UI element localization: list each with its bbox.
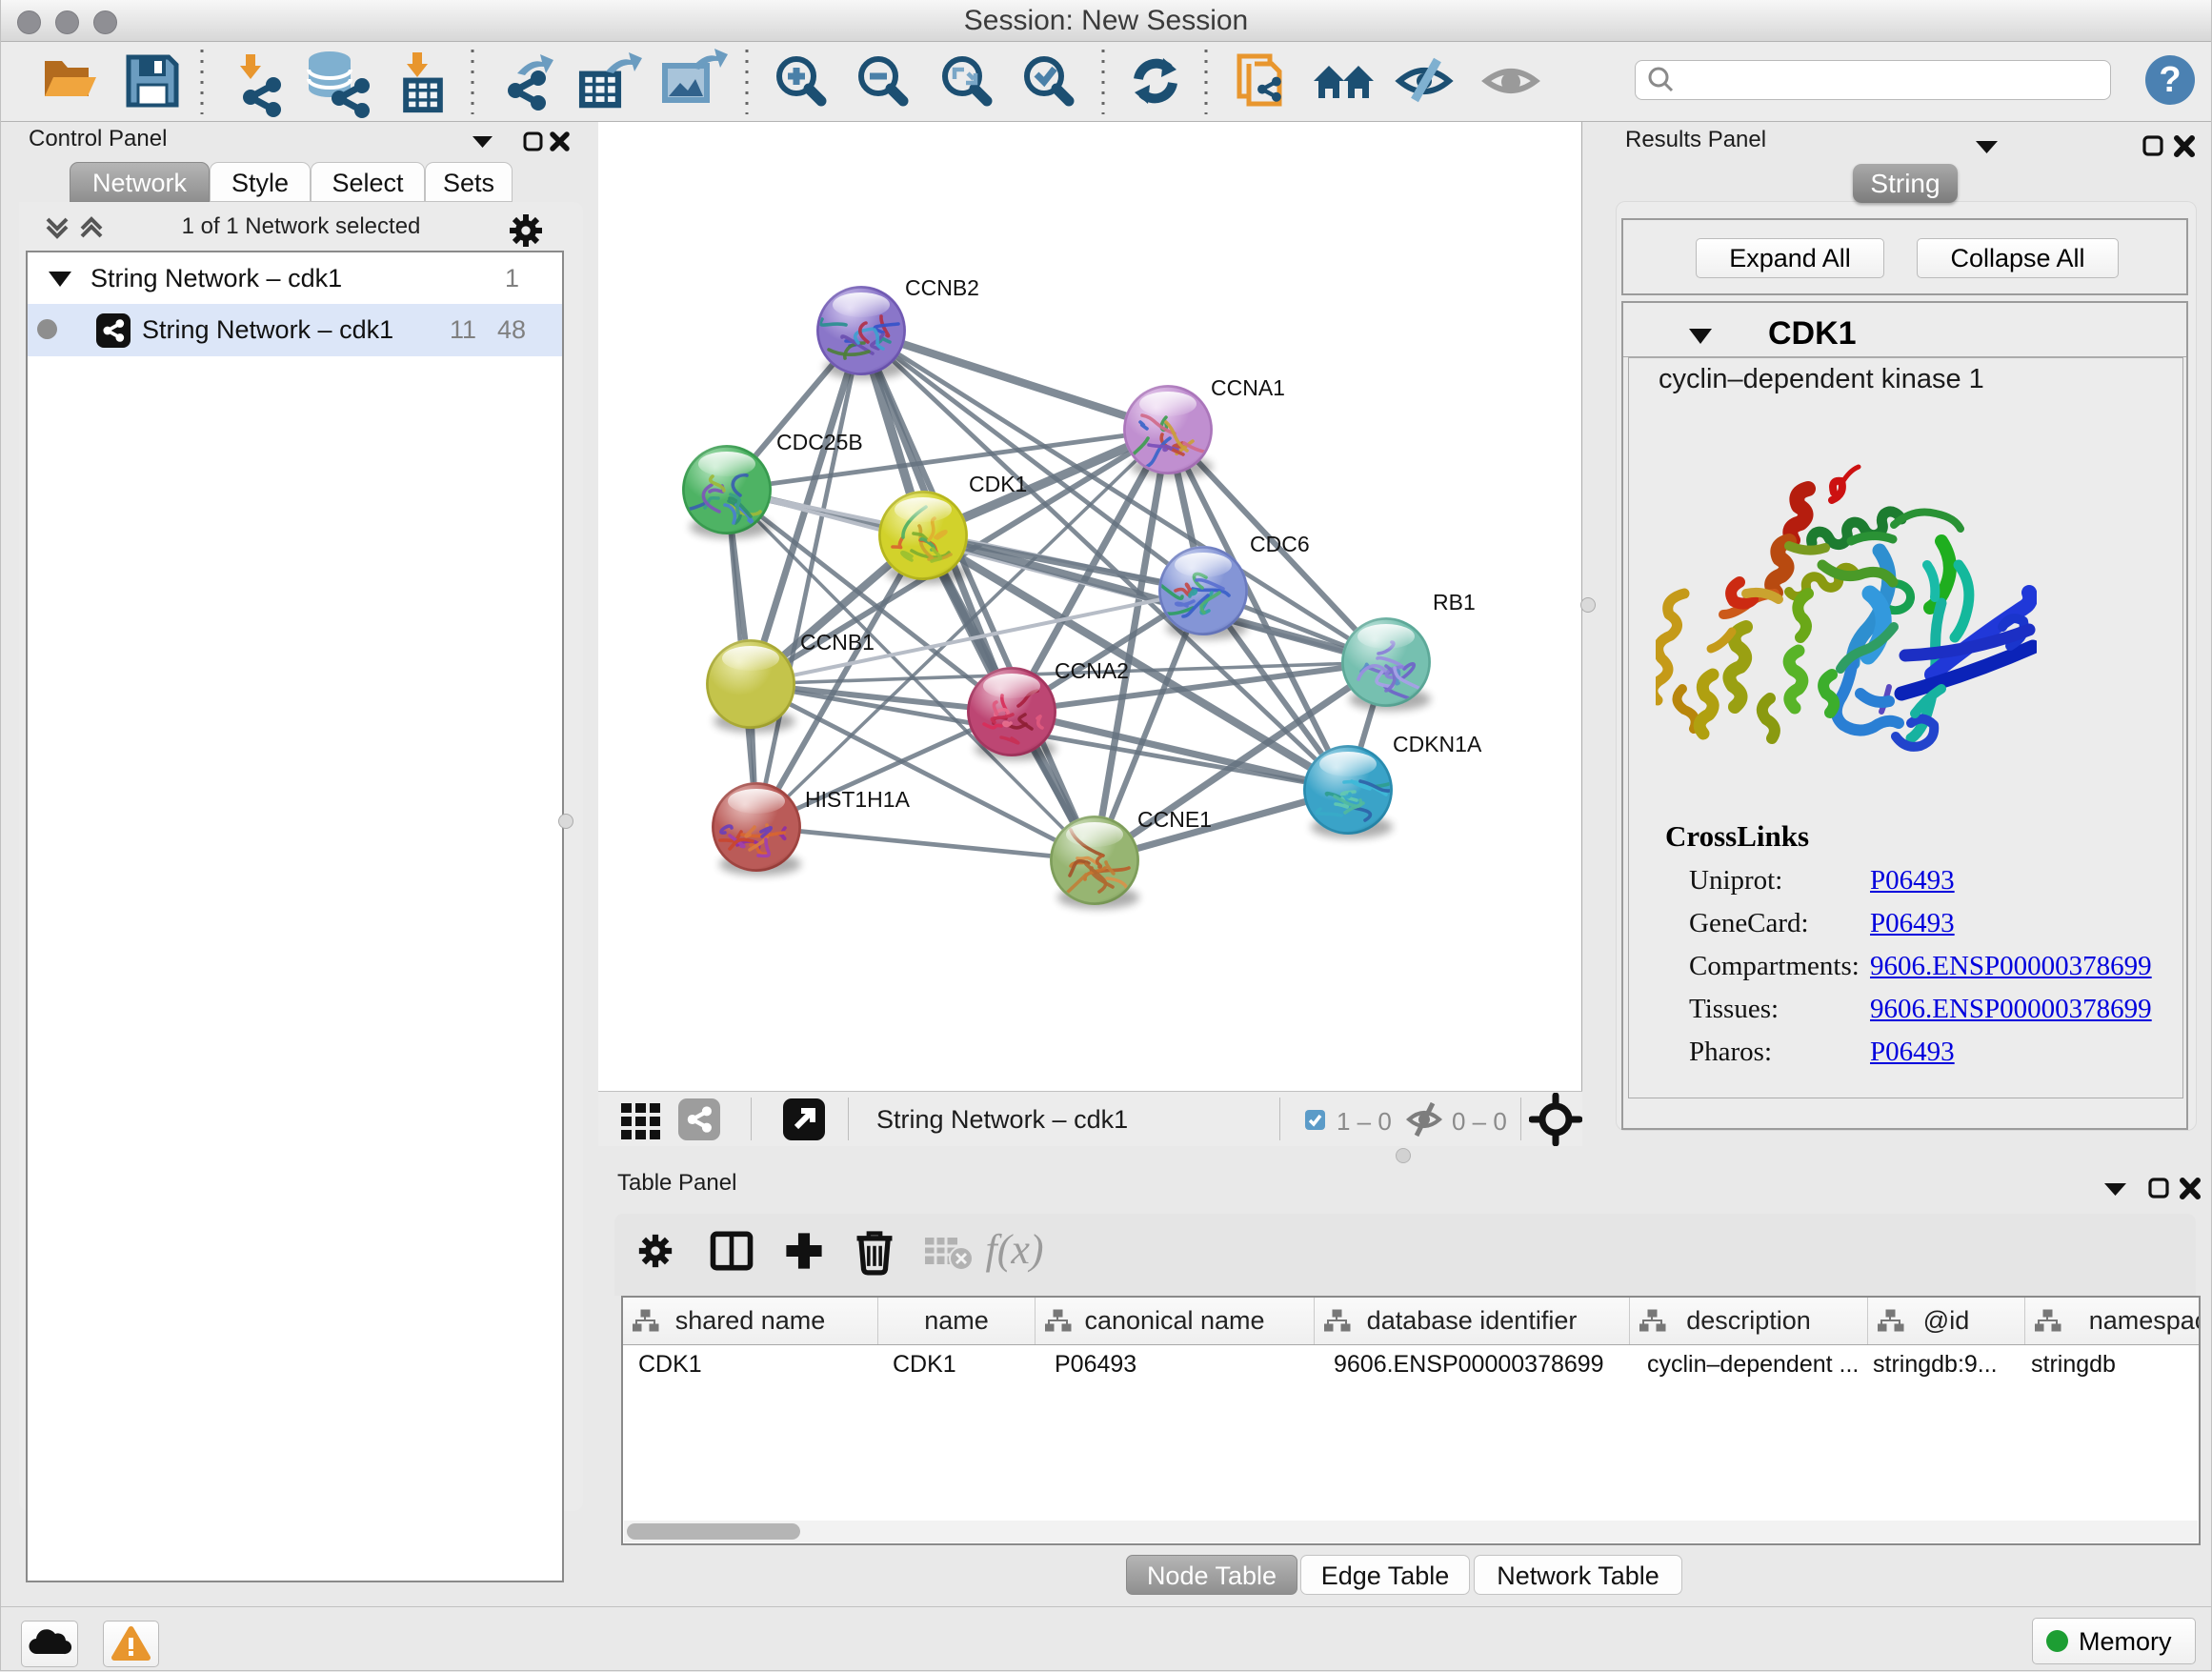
svg-text:f(x): f(x) (985, 1226, 1043, 1273)
svg-text:CDK1: CDK1 (969, 472, 1027, 496)
svg-text:RB1: RB1 (1433, 590, 1476, 614)
svg-text:CCNE1: CCNE1 (1137, 807, 1212, 832)
svg-text:CDKN1A: CDKN1A (1393, 732, 1482, 756)
svg-text:HIST1H1A: HIST1H1A (805, 787, 911, 812)
svg-text:CDC6: CDC6 (1250, 532, 1310, 556)
svg-text:CCNB2: CCNB2 (905, 275, 979, 300)
svg-text:CCNA2: CCNA2 (1055, 658, 1129, 683)
svg-text:CCNA1: CCNA1 (1211, 375, 1285, 400)
svg-text:CDC25B: CDC25B (776, 430, 863, 454)
svg-text:CCNB1: CCNB1 (800, 630, 875, 655)
